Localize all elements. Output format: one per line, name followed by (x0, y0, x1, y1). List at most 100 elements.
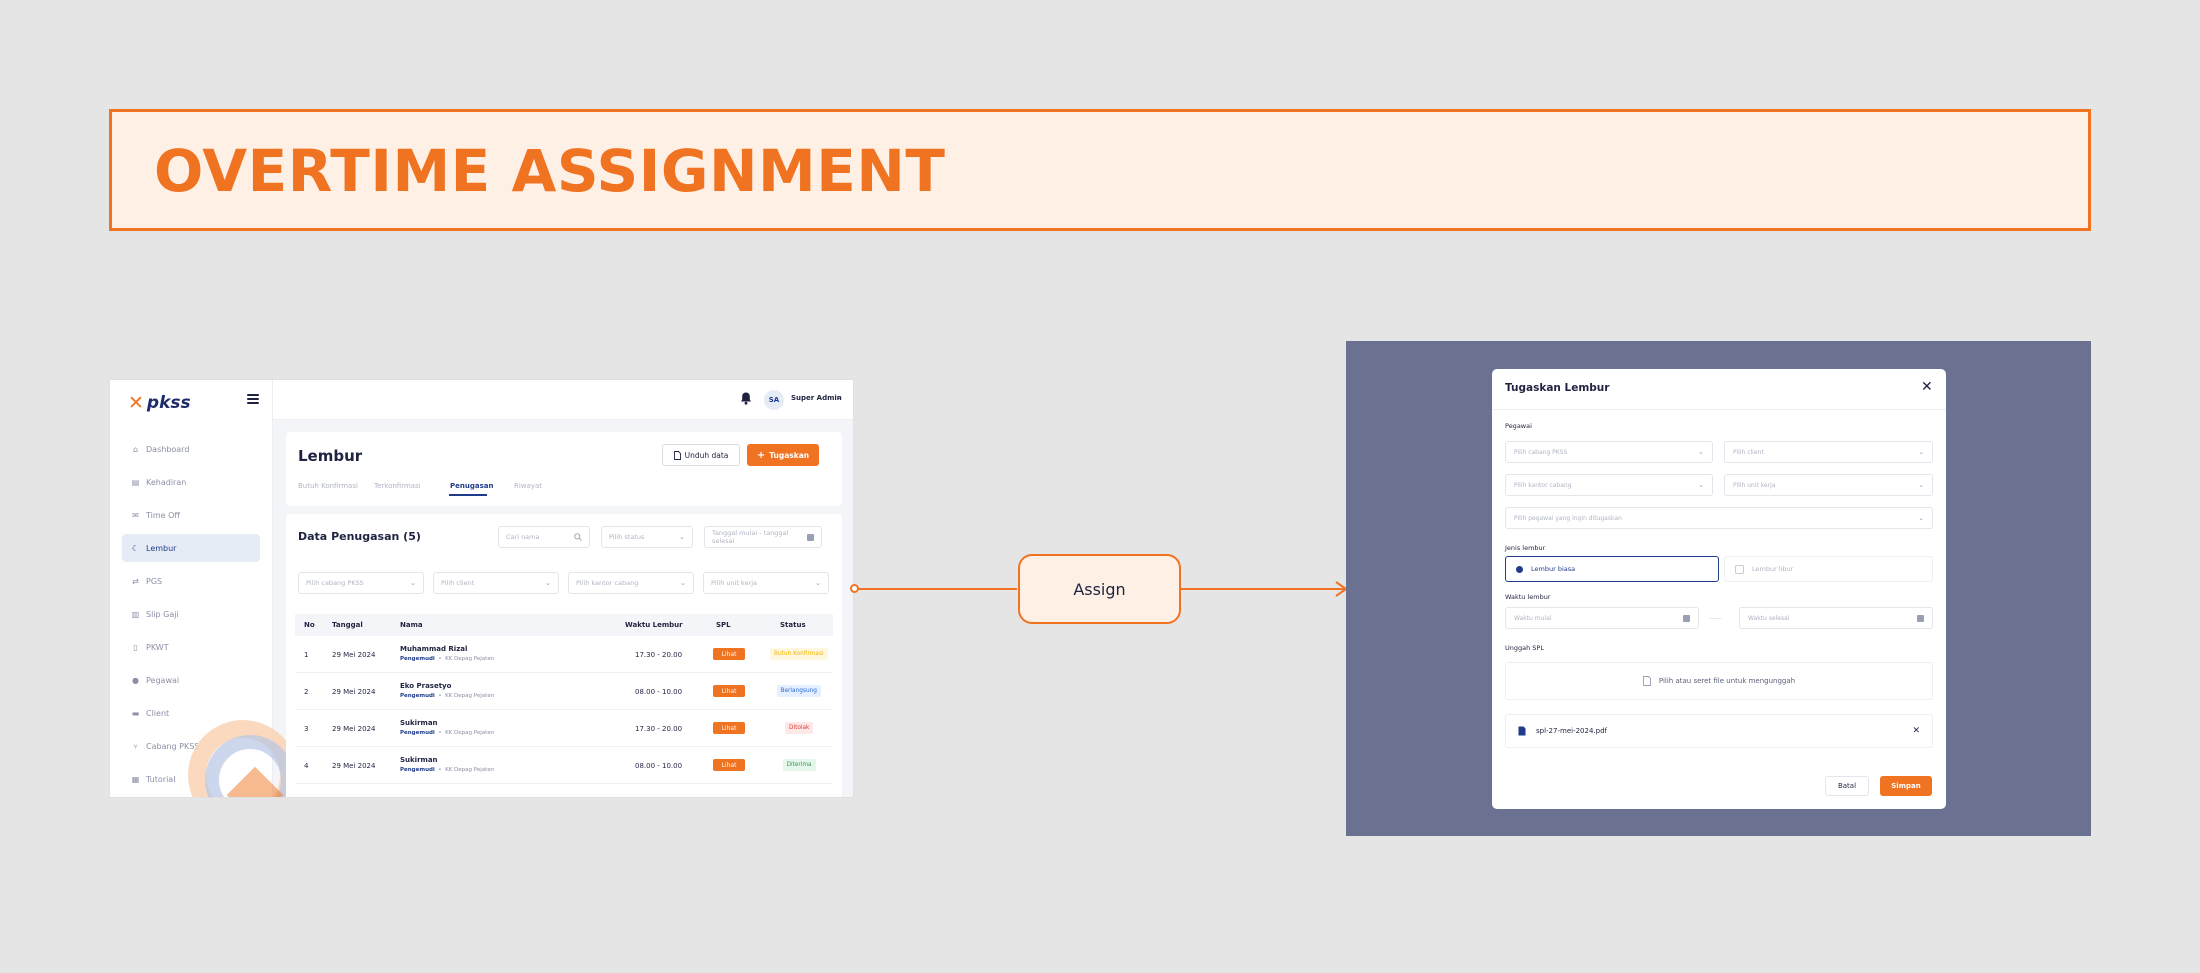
row-number: 1 (304, 651, 309, 659)
start-time-input[interactable]: Waktu mulai (1505, 607, 1699, 629)
tab-terkonfirmasi[interactable]: Terkonfirmasi (374, 482, 421, 490)
filter-placeholder: Pilih kantor cabang (576, 579, 639, 587)
sidebar-item-pgs[interactable]: ⇄ PGS (122, 567, 260, 595)
top-bar: SA Super Admin ⌄ (273, 380, 853, 420)
search-placeholder: Cari nama (506, 533, 540, 541)
row-time: 17.30 - 20.00 (635, 725, 683, 733)
close-icon[interactable]: ✕ (1921, 379, 1933, 395)
chevron-down-icon: ⌄ (679, 533, 685, 541)
option-label: Lembur libur (1752, 565, 1794, 573)
lembur-page-screen: ✕ pkss ⌂ Dashboard ▤ Kehadiran ✉ Time Off ☾ Lem… (109, 379, 854, 798)
file-dropzone[interactable]: Pilih atau seret file untuk mengunggah (1505, 662, 1933, 700)
column-header: Tanggal (332, 621, 363, 629)
sidebar-item-time-off[interactable]: ✉ Time Off (122, 501, 260, 529)
pegawai-select[interactable]: Pilih pegawai yang ingin ditugaskan ⌄ (1505, 507, 1933, 529)
title-banner: OVERTIME ASSIGNMENT (109, 109, 2091, 231)
sidebar-item-kehadiran[interactable]: ▤ Kehadiran (122, 468, 260, 496)
status-badge: Diterima (782, 759, 816, 771)
connector-start-dot (850, 584, 859, 593)
client-select[interactable]: Pilih client ⌄ (433, 572, 559, 594)
chevron-down-icon: ⌄ (1698, 481, 1704, 489)
row-place: KK Depag Pejaten (445, 730, 495, 736)
row-name: Sukirman (400, 719, 438, 727)
file-name: spl-27-mei-2024.pdf (1536, 727, 1607, 735)
chevron-down-icon[interactable]: ⌄ (836, 393, 842, 401)
sidebar-item-slip-gaji[interactable]: ▥ Slip Gaji (122, 600, 260, 628)
sidebar-item-label: PGS (146, 576, 163, 586)
bell-icon[interactable] (740, 392, 752, 405)
field-placeholder: Pilih unit kerja (1733, 481, 1776, 489)
user-icon: ● (132, 675, 139, 685)
row-time: 17.30 - 20.00 (635, 651, 683, 659)
tab-butuh-konfirmasi[interactable]: Butuh Konfirmasi (298, 482, 358, 490)
moon-icon: ☾ (131, 543, 140, 553)
sidebar-item-label: Tutorial (146, 774, 176, 784)
chevron-down-icon: ⌄ (545, 579, 551, 587)
row-subtitle: Pengemudi • KK Depag Pejaten (400, 730, 495, 736)
unit-kerja-select[interactable]: Pilih unit kerja ⌄ (703, 572, 829, 594)
download-button[interactable]: Unduh data (662, 444, 740, 466)
assign-step-label: Assign (1018, 554, 1181, 624)
kantor-cabang-select[interactable]: Pilih kantor cabang ⌄ (1505, 474, 1713, 496)
client-select[interactable]: Pilih client ⌄ (1724, 441, 1933, 463)
mail-icon: ✉ (132, 510, 139, 520)
table-title: Data Penugasan (5) (298, 530, 421, 543)
cabang-pkss-select[interactable]: Pilih cabang PKSS ⌄ (1505, 441, 1713, 463)
view-spl-button[interactable]: Lihat (713, 722, 745, 734)
view-spl-button[interactable]: Lihat (713, 759, 745, 771)
sidebar-item-dashboard[interactable]: ⌂ Dashboard (122, 435, 260, 463)
save-button[interactable]: Simpan (1880, 776, 1932, 796)
file-icon (1642, 676, 1651, 686)
avatar[interactable]: SA (764, 390, 784, 410)
status-badge: Butuh Konfirmasi (770, 648, 828, 660)
chevron-down-icon: ⌄ (1918, 448, 1924, 456)
lembur-biasa-option[interactable]: Lembur biasa (1505, 556, 1719, 582)
hamburger-menu-icon[interactable] (247, 394, 259, 404)
cabang-pkss-select[interactable]: Pilih cabang PKSS ⌄ (298, 572, 424, 594)
radio-selected-icon (1516, 565, 1523, 573)
sidebar-item-label: Cabang PKSS (146, 741, 200, 751)
end-time-input[interactable]: Waktu selesai (1739, 607, 1933, 629)
row-date: 29 Mei 2024 (332, 762, 376, 770)
assign-button[interactable]: + Tugaskan (747, 444, 819, 466)
jenis-lembur-label: Jenis lembur (1505, 544, 1546, 552)
row-date: 29 Mei 2024 (332, 651, 376, 659)
tab-penugasan[interactable]: Penugasan (450, 482, 493, 490)
row-number: 2 (304, 688, 309, 696)
lembur-libur-option[interactable]: Lembur libur (1724, 556, 1933, 582)
user-name[interactable]: Super Admin (791, 394, 842, 402)
book-icon: ▦ (131, 774, 140, 784)
cancel-button[interactable]: Batal (1825, 776, 1869, 796)
remove-file-icon[interactable]: ✕ (1912, 726, 1920, 736)
row-subtitle: Pengemudi • KK Depag Pejaten (400, 693, 495, 699)
sidebar-item-lembur[interactable]: ☾ Lembur (122, 534, 260, 562)
view-spl-button[interactable]: Lihat (713, 685, 745, 697)
sidebar-item-label: Lembur (146, 543, 177, 553)
pkss-logo[interactable]: ✕ pkss (128, 392, 191, 414)
row-number: 3 (304, 725, 309, 733)
calendar-icon (1917, 614, 1924, 622)
view-spl-button[interactable]: Lihat (713, 648, 745, 660)
kantor-cabang-select[interactable]: Pilih kantor cabang ⌄ (568, 572, 694, 594)
search-input[interactable]: Cari nama (498, 526, 590, 548)
column-header: No (304, 621, 315, 629)
row-number: 4 (304, 762, 309, 770)
home-icon: ⌂ (132, 444, 139, 454)
table-row: 2 29 Mei 2024 Eko Prasetyo Pengemudi • KK D… (295, 673, 833, 710)
row-time: 08.00 - 10.00 (635, 688, 683, 696)
document-icon (673, 450, 681, 460)
range-separator: —— (1709, 614, 1722, 622)
sidebar-item-pkwt[interactable]: ▯ PKWT (122, 633, 260, 661)
tab-riwayat[interactable]: Riwayat (514, 482, 542, 490)
row-time: 08.00 - 10.00 (635, 762, 683, 770)
sidebar-item-pegawai[interactable]: ● Pegawai (122, 666, 260, 694)
date-range-picker[interactable]: Tanggal mulai - tanggal selesai (704, 526, 822, 548)
table-row: 1 29 Mei 2024 Muhammad Rizal Pengemudi • KK… (295, 636, 833, 673)
banner-title: OVERTIME ASSIGNMENT (154, 137, 946, 205)
field-placeholder: Pilih pegawai yang ingin ditugaskan (1514, 514, 1622, 522)
plus-icon: + (756, 449, 766, 461)
option-label: Lembur biasa (1531, 565, 1576, 573)
status-select[interactable]: Pilih status ⌄ (601, 526, 693, 548)
unit-kerja-select[interactable]: Pilih unit kerja ⌄ (1724, 474, 1933, 496)
sidebar-item-label: Time Off (146, 510, 180, 520)
